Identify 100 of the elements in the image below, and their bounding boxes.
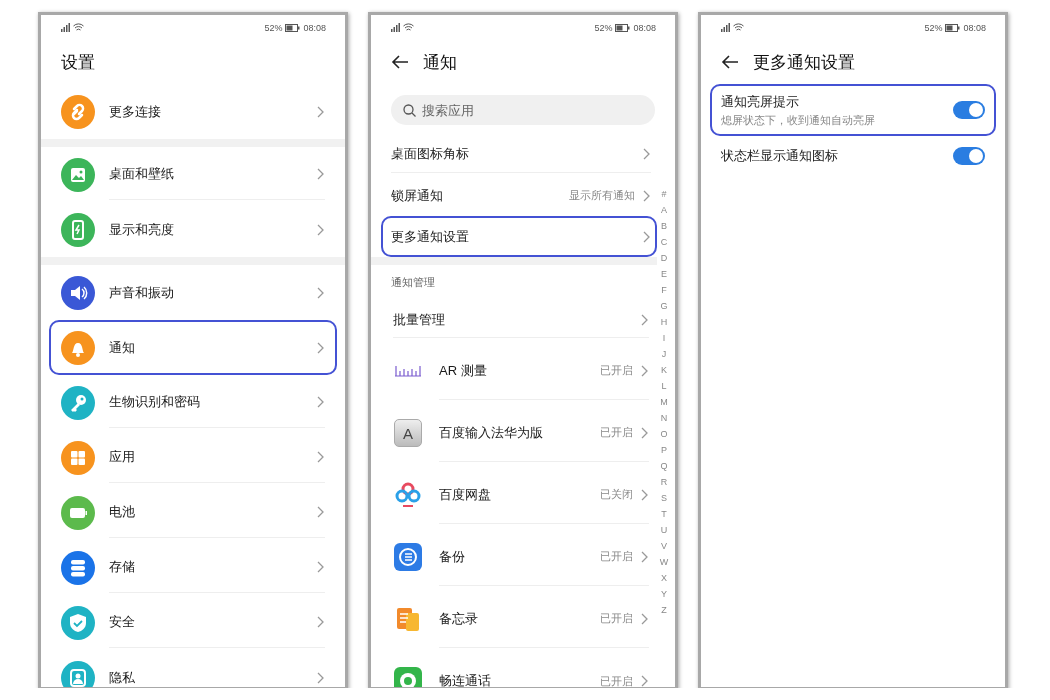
index-letter[interactable]: N bbox=[660, 410, 668, 426]
settings-item[interactable]: 桌面图标角标 bbox=[381, 134, 657, 175]
notes-icon bbox=[394, 605, 422, 633]
chevron-icon bbox=[643, 230, 651, 243]
settings-item[interactable]: 声音和振动 bbox=[49, 265, 337, 320]
app-item[interactable]: 百度网盘 已关闭 bbox=[371, 464, 657, 526]
page-title: 设置 bbox=[61, 51, 95, 74]
item-label: 锁屏通知 bbox=[391, 186, 444, 205]
index-letter[interactable]: # bbox=[661, 186, 667, 202]
index-letter[interactable]: U bbox=[660, 522, 668, 538]
settings-item[interactable]: 应用 bbox=[49, 430, 337, 485]
settings-item[interactable]: 安全 bbox=[49, 595, 337, 650]
toggle-item[interactable]: 通知亮屏提示 熄屏状态下，收到通知自动亮屏 bbox=[710, 84, 996, 136]
notification-status: 已开启 bbox=[600, 425, 633, 440]
index-letter[interactable]: Y bbox=[661, 586, 667, 602]
toggle-switch[interactable] bbox=[953, 101, 985, 119]
toggle-switch[interactable] bbox=[953, 147, 985, 165]
app-name: 备份 bbox=[439, 547, 466, 566]
settings-item[interactable]: 生物识别和密码 bbox=[49, 375, 337, 430]
index-letter[interactable]: S bbox=[661, 490, 667, 506]
notification-status: 已关闭 bbox=[600, 487, 633, 502]
settings-item[interactable]: 更多连接 bbox=[49, 84, 337, 139]
chevron-icon bbox=[641, 426, 649, 439]
index-letter[interactable]: E bbox=[661, 266, 667, 282]
index-letter[interactable]: G bbox=[660, 298, 668, 314]
item-label: 安全 bbox=[109, 613, 136, 631]
chevron-icon bbox=[317, 286, 325, 299]
notification-status: 已开启 bbox=[600, 549, 633, 564]
index-letter[interactable]: A bbox=[661, 202, 667, 218]
index-letter[interactable]: Z bbox=[661, 602, 667, 618]
app-item[interactable]: 畅连通话 已开启 bbox=[371, 650, 657, 687]
battery-percent: 52% bbox=[924, 22, 943, 33]
clock-time: 08:08 bbox=[963, 22, 986, 33]
settings-item[interactable]: 批量管理 bbox=[371, 300, 657, 340]
chevron-icon bbox=[317, 105, 325, 118]
backup-icon bbox=[394, 543, 422, 571]
back-arrow-icon[interactable] bbox=[721, 55, 739, 69]
clock-time: 08:08 bbox=[303, 22, 326, 33]
keyboard-key-icon: A bbox=[394, 419, 422, 447]
settings-item[interactable]: 锁屏通知 显示所有通知 bbox=[381, 175, 657, 216]
chevron-icon bbox=[317, 561, 325, 573]
settings-item[interactable]: 电池 bbox=[49, 485, 337, 540]
app-item[interactable]: 备份 已开启 bbox=[371, 526, 657, 588]
page-title: 通知 bbox=[423, 51, 457, 74]
signal-icon bbox=[388, 23, 400, 32]
settings-item[interactable]: 通知 bbox=[49, 320, 337, 375]
item-label: 声音和振动 bbox=[109, 283, 175, 302]
app-item[interactable]: AR 测量 已开启 bbox=[371, 340, 657, 402]
ruler-icon bbox=[394, 364, 422, 378]
chevron-icon bbox=[643, 148, 651, 160]
index-letter[interactable]: D bbox=[660, 250, 668, 266]
item-label: 存储 bbox=[109, 558, 136, 576]
index-letter[interactable]: W bbox=[659, 554, 669, 570]
chevron-icon bbox=[641, 675, 649, 687]
index-letter[interactable]: X bbox=[661, 570, 667, 586]
chevron-icon bbox=[317, 341, 325, 354]
toggle-item[interactable]: 状态栏显示通知图标 bbox=[710, 136, 996, 176]
battery-percent: 52% bbox=[264, 22, 283, 33]
search-field[interactable]: 搜索应用 bbox=[391, 95, 655, 125]
chevron-icon bbox=[317, 168, 325, 180]
notification-status: 已开启 bbox=[600, 673, 633, 687]
index-letter[interactable]: T bbox=[661, 506, 667, 522]
chevron-icon bbox=[641, 612, 649, 625]
chevron-icon bbox=[317, 506, 325, 518]
index-letter[interactable]: P bbox=[661, 442, 667, 458]
item-label: 通知亮屏提示 bbox=[721, 92, 800, 111]
settings-item[interactable]: 存储 bbox=[49, 540, 337, 595]
index-letter[interactable]: K bbox=[661, 362, 667, 378]
index-letter[interactable]: B bbox=[661, 218, 667, 234]
index-letter[interactable]: Q bbox=[660, 458, 668, 474]
item-label: 电池 bbox=[109, 503, 136, 521]
chevron-icon bbox=[641, 488, 649, 501]
app-name: 畅连通话 bbox=[439, 672, 492, 687]
chevron-icon bbox=[317, 223, 325, 236]
index-letter[interactable]: H bbox=[660, 314, 668, 330]
item-label: 批量管理 bbox=[393, 310, 446, 329]
battery-percent: 52% bbox=[594, 22, 613, 33]
back-arrow-icon[interactable] bbox=[391, 55, 409, 69]
index-letter[interactable]: M bbox=[660, 394, 668, 410]
chevron-icon bbox=[641, 364, 649, 377]
app-name: 备忘录 bbox=[439, 609, 479, 628]
settings-item[interactable]: 桌面和壁纸 bbox=[49, 147, 337, 202]
wifi-icon bbox=[403, 23, 414, 32]
page-title: 更多通知设置 bbox=[753, 51, 855, 74]
index-letter[interactable]: R bbox=[660, 474, 668, 490]
index-letter[interactable]: F bbox=[661, 282, 667, 298]
item-label: 生物识别和密码 bbox=[109, 393, 201, 411]
index-letter[interactable]: J bbox=[661, 346, 667, 362]
app-item[interactable]: 备忘录 已开启 bbox=[371, 588, 657, 650]
index-letter[interactable]: V bbox=[661, 538, 667, 554]
settings-item[interactable]: 隐私 bbox=[49, 650, 337, 687]
index-letter[interactable]: L bbox=[661, 378, 667, 394]
settings-item[interactable]: 显示和亮度 bbox=[49, 202, 337, 257]
wifi-icon bbox=[733, 23, 744, 32]
settings-item[interactable]: 更多通知设置 bbox=[381, 216, 657, 257]
index-letter[interactable]: C bbox=[660, 234, 668, 250]
app-item[interactable]: A 百度输入法华为版 已开启 bbox=[371, 402, 657, 464]
index-letter[interactable]: O bbox=[660, 426, 668, 442]
wifi-icon bbox=[73, 23, 84, 32]
notification-status: 已开启 bbox=[600, 363, 633, 378]
